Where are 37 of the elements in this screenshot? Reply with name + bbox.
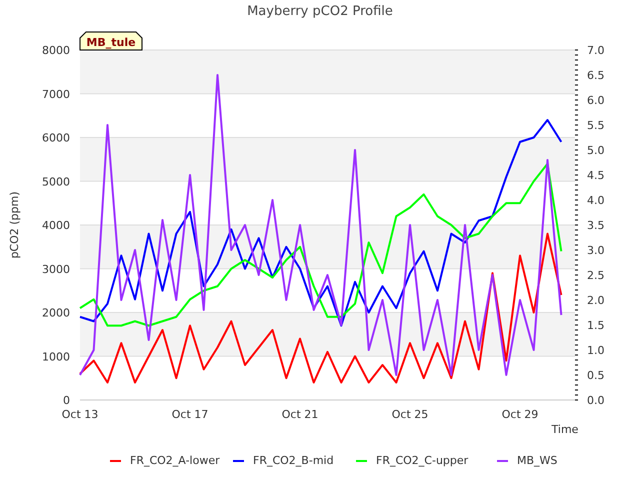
y-tick-label: 8000 (42, 44, 70, 57)
right-y-tick-label: 6.0 (587, 94, 604, 107)
right-y-tick-label: 1.5 (587, 319, 604, 332)
y-tick-label: 1000 (42, 350, 70, 364)
y-tick-label: 4000 (42, 219, 70, 232)
right-y-tick-label: 1.0 (587, 344, 604, 357)
y-axis-title: pCO2 (ppm) (8, 191, 21, 259)
legend-label: FR_CO2_C-upper (376, 454, 468, 467)
x-axis-title: Time (552, 423, 578, 436)
y-tick-label: 2000 (42, 306, 70, 320)
site-label-tag: MB_tule (80, 32, 142, 50)
legend-label: FR_CO2_A-lower (130, 454, 220, 467)
right-y-tick-label: 0.5 (587, 369, 604, 382)
x-tick-label: Oct 21 (282, 408, 318, 421)
x-tick-label: Oct 29 (502, 408, 538, 421)
chart-title: Mayberry pCO2 Profile (247, 4, 393, 19)
right-y-tick-label: 3.5 (587, 219, 604, 232)
right-y-tick-label: 0.0 (587, 394, 604, 407)
y-tick-label: 7000 (42, 88, 70, 101)
right-y-tick-label: 2.0 (587, 294, 604, 307)
x-tick-label: Oct 17 (172, 408, 208, 421)
y-tick-label: 5000 (42, 175, 70, 188)
right-y-tick-label: 6.5 (587, 69, 604, 82)
x-tick-label: Oct 25 (392, 408, 428, 421)
right-y-tick-label: 3.0 (587, 244, 604, 257)
y-tick-label: 6000 (42, 132, 70, 144)
right-y-tick-label: 5.5 (587, 119, 604, 132)
right-y-tick-label: 7.0 (587, 44, 604, 57)
right-y-tick-label: 5.0 (587, 144, 604, 157)
y-tick-label: 3000 (42, 262, 70, 276)
x-tick-label: Oct 13 (62, 408, 98, 421)
right-y-tick-label: 4.5 (587, 169, 604, 182)
y-tick-label: 0 (63, 394, 70, 407)
right-y-tick-label: 2.5 (587, 269, 604, 282)
legend-label: FR_CO2_B-mid (253, 454, 334, 467)
legend-label: MB_WS (517, 454, 558, 467)
right-y-tick-label: 4.0 (587, 194, 604, 207)
